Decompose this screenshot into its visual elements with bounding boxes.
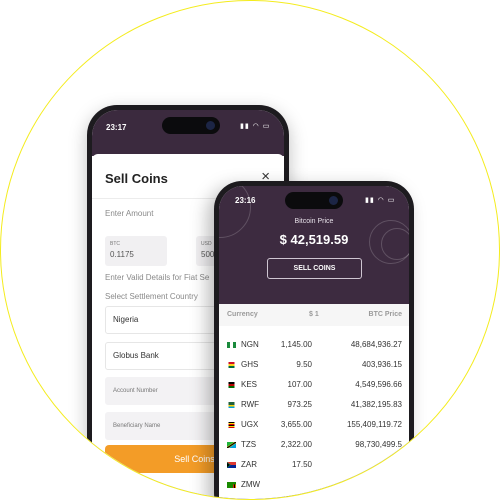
btc-price: 41,382,195.83 [350, 400, 402, 409]
sell-coins-button[interactable]: SELL COINS [267, 258, 362, 279]
table-row[interactable]: KES 107.00 4,549,596.66 [219, 376, 409, 396]
currency-code: GHS [241, 360, 259, 369]
dynamic-island [162, 117, 220, 134]
price-title: Bitcoin Price [294, 218, 334, 225]
table-row[interactable]: TZS 2,322.00 98,730,499.5 [219, 436, 409, 456]
usd-rate: 17.50 [291, 460, 312, 469]
country-value: Nigeria [113, 315, 139, 324]
usd-rate: 2,322.00 [280, 440, 312, 449]
currency-code: ZMW [241, 480, 261, 489]
table-row[interactable]: RWF 973.25 41,382,195.83 [219, 396, 409, 416]
fiat-details-label: Enter Valid Details for Fiat Se [105, 273, 210, 282]
phone-bitcoin-price: 23:16 ▮▮ ◠ ▭ Bitcoin Price $ 42,519.59 S… [214, 181, 414, 499]
status-time: 23:16 [235, 196, 256, 205]
sheet-title: Sell Coins [105, 171, 168, 186]
currency-code: UGX [241, 420, 259, 429]
btc-price: 48,684,936.27 [350, 340, 402, 349]
beneficiary-placeholder: Beneficiary Name [113, 423, 161, 429]
usd-amount-value: 500 [201, 250, 215, 259]
btc-price: 4,549,596.66 [355, 380, 402, 389]
table-row[interactable]: ZMW [219, 476, 409, 496]
background-circle: 23:17 ▮▮ ◠ ▭ Sell Coins × Enter Amount B… [0, 0, 500, 500]
nigeria-flag-icon [227, 342, 236, 348]
price-value: $ 42,519.59 [279, 232, 349, 247]
usd-currency-label: USD [201, 241, 212, 247]
bitcoin-price-screen: 23:16 ▮▮ ◠ ▭ Bitcoin Price $ 42,519.59 S… [219, 186, 409, 499]
table-row[interactable]: UGX 3,655.00 155,409,119.72 [219, 416, 409, 436]
enter-amount-label: Enter Amount [105, 209, 154, 218]
currency-code: ZAR [241, 460, 257, 469]
camera-icon [206, 121, 215, 130]
account-number-placeholder: Account Number [113, 388, 158, 394]
usd-rate: 9.50 [296, 360, 312, 369]
dynamic-island [285, 192, 343, 209]
rwanda-flag-icon [228, 402, 235, 408]
south-africa-flag-icon [227, 462, 236, 468]
currency-code: NGN [241, 340, 259, 349]
usd-rate: 3,655.00 [280, 420, 312, 429]
decor-circle [219, 186, 251, 238]
btc-price: 98,730,499.5 [355, 440, 402, 449]
btc-price: 7 [397, 460, 402, 469]
kenya-flag-icon [228, 382, 235, 388]
table-row[interactable]: ZAR 17.50 7 [219, 456, 409, 476]
btc-amount-input[interactable]: BTC 0.1175 [105, 236, 167, 266]
signal-wifi-battery-icon: ▮▮ ◠ ▭ [240, 123, 271, 130]
signal-wifi-battery-icon: ▮▮ ◠ ▭ [365, 197, 396, 204]
currency-code: TZS [241, 440, 257, 449]
usd-rate: 973.25 [287, 400, 312, 409]
zambia-flag-icon [227, 482, 236, 488]
currency-code: RWF [241, 400, 260, 409]
table-row[interactable]: NGN 1,145.00 48,684,936.27 [219, 336, 409, 356]
usd-rate: 1,145.00 [280, 340, 312, 349]
status-bar: 23:17 ▮▮ ◠ ▭ [92, 110, 284, 156]
table-header: Currency $ 1 BTC Price [219, 304, 409, 326]
currency-code: KES [241, 380, 258, 389]
btc-amount-value: 0.1175 [110, 250, 134, 259]
btc-price: 403,936.15 [361, 360, 402, 369]
status-time: 23:17 [106, 123, 127, 132]
uganda-flag-icon [228, 422, 235, 428]
column-btc-price: BTC Price [368, 311, 402, 318]
table-row[interactable]: GHS 9.50 403,936.15 [219, 356, 409, 376]
btc-currency-label: BTC [110, 241, 120, 247]
column-usd: $ 1 [309, 311, 319, 318]
bank-value: Globus Bank [113, 351, 159, 360]
camera-icon [329, 196, 338, 205]
price-header: 23:16 ▮▮ ◠ ▭ Bitcoin Price $ 42,519.59 S… [219, 186, 409, 304]
tanzania-flag-icon [227, 442, 236, 448]
btc-price: 155,409,119.72 [346, 420, 402, 429]
usd-rate: 107.00 [287, 380, 312, 389]
ghana-flag-icon [228, 362, 235, 368]
settlement-country-label: Select Settlement Country [105, 292, 198, 301]
column-currency: Currency [227, 311, 258, 318]
